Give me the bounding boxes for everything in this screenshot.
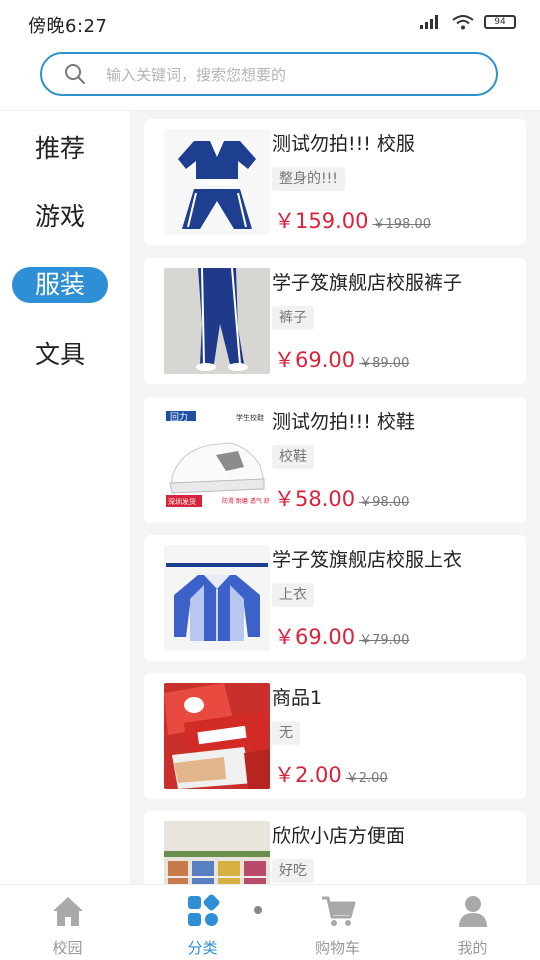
product-card[interactable]: 商品1 无 ￥2.00 ￥2.00: [144, 673, 526, 799]
product-title: 学子笈旗舰店校服裤子: [272, 272, 463, 294]
shoe-brand-text: 回力: [170, 411, 188, 423]
product-card[interactable]: 学子笈旗舰店校服裤子 裤子 ￥69.00 ￥89.00: [144, 258, 526, 384]
product-title: 商品1: [272, 687, 323, 709]
nav-item-profile[interactable]: 我的: [405, 891, 540, 957]
search-bar[interactable]: [40, 52, 498, 96]
original-price: ￥98.00: [359, 495, 410, 510]
product-price: ￥69.00 ￥79.00: [274, 621, 409, 651]
product-image: [164, 683, 270, 789]
product-tag: 无: [272, 721, 300, 745]
shoe-note-text: 防滑 耐磨 透气 舒适: [222, 497, 270, 505]
product-card[interactable]: 回力 学生校鞋 深圳发货 防滑 耐磨 透气 舒适 测试勿拍!!! 校鞋 校鞋 ￥…: [144, 397, 526, 523]
product-tag: 校鞋: [272, 445, 314, 469]
search-icon: [65, 64, 85, 84]
sidebar-item-games[interactable]: 游戏: [12, 199, 108, 235]
product-tag: 好吃: [272, 859, 314, 883]
search-input[interactable]: [106, 62, 476, 88]
nav-item-category[interactable]: 分类: [135, 891, 270, 957]
product-image: [164, 129, 270, 235]
product-image: [164, 545, 270, 651]
current-price: ￥69.00: [274, 625, 356, 649]
nav-label: 购物车: [314, 939, 360, 957]
product-card[interactable]: 欣欣小店方便面 好吃: [144, 811, 526, 884]
product-title: 学子笈旗舰店校服上衣: [272, 549, 463, 571]
product-tag: 裤子: [272, 306, 314, 330]
current-price: ￥2.00: [274, 763, 342, 787]
product-title: 测试勿拍!!! 校鞋: [272, 411, 415, 433]
nav-label: 我的: [457, 939, 488, 957]
nav-label: 分类: [187, 939, 218, 957]
original-price: ￥198.00: [372, 217, 431, 232]
original-price: ￥79.00: [359, 633, 410, 648]
floating-dot: [254, 906, 262, 914]
battery-icon: 94: [484, 15, 516, 29]
status-time: 傍晚6:27: [28, 16, 108, 37]
current-price: ￥69.00: [274, 348, 356, 372]
current-price: ￥159.00: [274, 209, 369, 233]
sidebar-item-recommend[interactable]: 推荐: [12, 131, 108, 167]
signal-icon: [420, 15, 442, 29]
product-title: 欣欣小店方便面: [272, 825, 406, 847]
nav-item-cart[interactable]: 购物车: [270, 891, 405, 957]
category-icon: [187, 894, 219, 926]
original-price: ￥89.00: [359, 356, 410, 371]
user-icon: [458, 896, 487, 927]
shoe-badge-text: 深圳发货: [168, 497, 196, 506]
product-price: ￥69.00 ￥89.00: [274, 344, 409, 374]
bottom-nav: 校园 分类 购物车 我的: [0, 884, 540, 960]
status-icons: 94: [420, 14, 516, 30]
nav-item-campus[interactable]: 校园: [0, 891, 135, 957]
sidebar-item-stationery[interactable]: 文具: [12, 337, 108, 373]
product-image: 回力 学生校鞋 深圳发货 防滑 耐磨 透气 舒适: [164, 407, 270, 513]
home-icon: [52, 897, 83, 926]
product-image: [164, 821, 270, 884]
product-tag: 整身的!!!: [272, 167, 345, 191]
original-price: ￥2.00: [345, 771, 388, 786]
product-title: 测试勿拍!!! 校服: [272, 133, 415, 155]
product-card[interactable]: 测试勿拍!!! 校服 整身的!!! ￥159.00 ￥198.00: [144, 119, 526, 245]
cart-icon: [321, 896, 355, 926]
product-price: ￥58.00 ￥98.00: [274, 483, 409, 513]
product-card[interactable]: 学子笈旗舰店校服上衣 上衣 ￥69.00 ￥79.00: [144, 535, 526, 661]
product-image: [164, 268, 270, 374]
category-sidebar: 推荐 游戏 服装 文具: [0, 111, 130, 884]
product-price: ￥159.00 ￥198.00: [274, 205, 431, 235]
product-tag: 上衣: [272, 583, 314, 607]
current-price: ￥58.00: [274, 487, 356, 511]
product-list: 测试勿拍!!! 校服 整身的!!! ￥159.00 ￥198.00 学子笈旗舰店校…: [130, 111, 540, 884]
sidebar-item-clothing[interactable]: 服装: [12, 267, 108, 303]
wifi-icon: [452, 15, 474, 30]
product-price: ￥2.00 ￥2.00: [274, 759, 388, 789]
status-bar: 傍晚6:27 94: [0, 0, 540, 44]
nav-label: 校园: [52, 939, 83, 957]
shoe-caption-text: 学生校鞋: [236, 413, 264, 422]
